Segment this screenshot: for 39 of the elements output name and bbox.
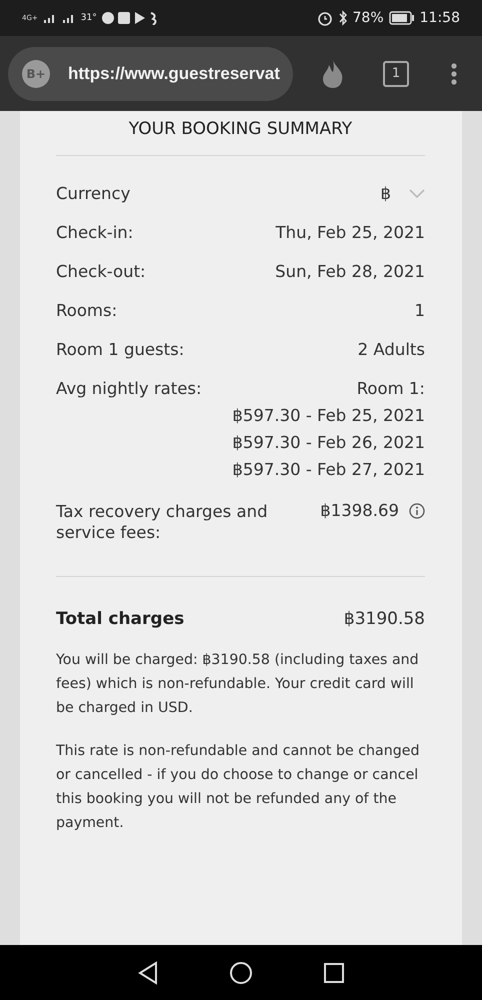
field-value: 2 Adults [358,340,425,359]
field-value: ฿597.30 - Feb 25, 2021 [232,406,425,425]
currency-select[interactable]: ฿ [380,184,425,203]
field-label: Rooms: [56,301,118,320]
battery-percent: 78% [352,10,384,26]
home-icon[interactable] [229,960,253,984]
address-bar[interactable]: B+ https://www.guestreservat [8,46,293,100]
field-label: Avg nightly rates: [56,379,202,398]
clock: 11:58 [420,10,460,26]
field-label: Currency [56,184,130,203]
notice-text: This rate is non-refundable and cannot be changed or cancelled - if you do choose to change or cancel this booking you will not be refunded any of the payment. [56,742,420,833]
summary-title: YOUR BOOKING SUMMARY [56,119,425,156]
field-value: Sun, Feb 28, 2021 [275,262,425,281]
tab-count-button[interactable]: 1 [383,60,409,86]
field-value: Thu, Feb 25, 2021 [276,223,425,242]
field-value: ฿597.30 - Feb 26, 2021 [232,433,425,452]
total-value: ฿3190.58 [344,608,425,629]
temperature-label: 31° [80,13,97,23]
field-value: Room 1: [356,379,425,398]
battery-icon [388,11,415,25]
recents-icon[interactable] [323,962,345,984]
notice-text: You will be charged: ฿3190.58 (including taxes and fees) which is non-refundable. Your credit card will be charged in USD. [56,650,420,718]
alarm-icon [316,10,333,26]
field-value: ฿1398.69 [320,501,399,520]
field-label: Tax recovery charges and service fees: [56,501,269,544]
chevron-down-icon [409,188,425,198]
more-icon[interactable] [451,62,457,84]
field-value: 1 [414,301,425,320]
signal-icon [42,12,57,24]
field-value: ฿597.30 - Feb 27, 2021 [232,460,425,479]
field-label: Check-in: [56,223,134,242]
signal-icon [62,12,76,24]
field-label: Room 1 guests: [56,340,184,359]
url-text: https://www.guestreservat [68,64,280,84]
back-icon[interactable] [137,960,159,984]
total-label: Total charges [56,608,184,629]
bluetooth-icon [338,10,348,26]
info-icon[interactable] [409,502,425,518]
field-label: Check-out: [56,262,146,281]
